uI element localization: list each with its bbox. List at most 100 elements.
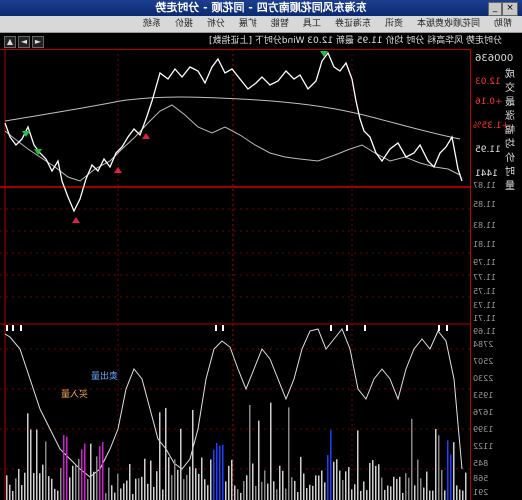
volume-bar xyxy=(333,461,335,500)
arrow-right-icon[interactable]: ► xyxy=(32,36,44,48)
volume-bar xyxy=(219,445,221,500)
volume-bar xyxy=(360,490,362,500)
volume-bar xyxy=(213,449,215,500)
price-tick: 11.83 xyxy=(473,221,496,230)
minimize-button[interactable]: _ xyxy=(488,2,502,16)
vol-tick: 2507 xyxy=(473,357,494,366)
volume-bar xyxy=(129,463,131,500)
sell-signals xyxy=(22,51,328,155)
price-tick: 11.71 xyxy=(473,314,496,323)
volume-bar xyxy=(105,493,107,500)
label-volume: 量 xyxy=(505,181,515,192)
menu-analysis[interactable]: 分析 xyxy=(207,16,225,32)
volume-bar xyxy=(147,483,149,500)
volume-bar xyxy=(330,430,332,500)
price-tick: 11.69 xyxy=(473,327,496,336)
volume-bar xyxy=(339,470,341,500)
title-bar: 东海东风同花顺南方四 - 同花顺 - 分时走势 _ × xyxy=(0,0,522,16)
volume-bar xyxy=(396,478,398,500)
volume-bar xyxy=(357,430,359,500)
stock-code: 000636 xyxy=(475,53,514,64)
price-tick: 11.79 xyxy=(473,258,496,267)
vol-value: 1441 xyxy=(475,169,498,179)
label-vol: 成 xyxy=(505,69,515,80)
volume-bar xyxy=(432,490,434,500)
volume-bar xyxy=(108,467,110,500)
volume-bar xyxy=(177,469,179,500)
menu-system[interactable]: 系统 xyxy=(143,16,161,32)
volume-bar xyxy=(96,456,98,500)
volume-bar xyxy=(12,491,14,500)
volume-bar xyxy=(171,475,173,500)
vol-tick: 291 xyxy=(473,488,489,497)
volume-bar xyxy=(378,464,380,500)
volume-bar xyxy=(327,454,329,500)
volume-bar xyxy=(426,471,428,500)
menu-paid[interactable]: 同花顺收费版本 xyxy=(417,16,480,32)
vol-tick: 1399 xyxy=(473,425,494,434)
volume-bar xyxy=(225,481,227,500)
menu-broker[interactable]: 东海证券 xyxy=(335,16,371,32)
volume-bar xyxy=(297,492,299,500)
volume-bar xyxy=(408,477,410,500)
volume-bar xyxy=(420,478,422,500)
volume-bar xyxy=(234,485,236,500)
volume-bar xyxy=(273,481,275,500)
change-value: +0.16 xyxy=(475,97,503,107)
volume-bar xyxy=(138,478,140,500)
volume-bar xyxy=(141,476,143,500)
volume-bar xyxy=(174,459,176,500)
volume-bar xyxy=(189,466,191,500)
volume-bar xyxy=(243,480,245,500)
indicator-markers xyxy=(6,325,448,331)
buy-arrow-icon xyxy=(142,133,150,139)
volume-bar xyxy=(81,449,83,500)
menu-smart[interactable]: 智能 xyxy=(271,16,289,32)
volume-bar xyxy=(270,402,272,500)
arrow-up-icon[interactable]: ▲ xyxy=(4,36,16,48)
menu-extend[interactable]: 扩展 xyxy=(239,16,257,32)
volume-bar xyxy=(36,429,38,500)
menu-quote[interactable]: 报价 xyxy=(175,16,193,32)
volume-bar xyxy=(366,490,368,500)
volume-bar xyxy=(9,484,11,500)
price-tick: 11.87 xyxy=(473,181,496,190)
price-tick: 11.73 xyxy=(473,301,496,310)
volume-bar xyxy=(99,446,101,500)
avg-value: 11.95 xyxy=(475,145,501,155)
volume-bar xyxy=(27,413,29,500)
volume-bar xyxy=(288,407,290,500)
volume-bar xyxy=(423,487,425,500)
close-button[interactable]: × xyxy=(502,2,518,16)
volume-bar xyxy=(132,493,134,500)
vol-tick: 2784 xyxy=(473,340,494,349)
volume-bar xyxy=(21,485,23,500)
volume-bar xyxy=(51,478,53,500)
menu-info[interactable]: 资讯 xyxy=(385,16,403,32)
volume-bar xyxy=(348,467,350,500)
volume-bar xyxy=(252,463,254,500)
volume-bar xyxy=(60,468,62,500)
volume-bar xyxy=(150,460,152,500)
volume-bar xyxy=(153,486,155,500)
volume-bar xyxy=(231,459,233,500)
menu-tools[interactable]: 工具 xyxy=(303,16,321,32)
volume-bar xyxy=(261,481,263,500)
menu-help[interactable]: 帮助 xyxy=(494,16,512,32)
volume-bar xyxy=(183,479,185,500)
vol-tick: 2230 xyxy=(473,374,494,383)
volume-bar xyxy=(444,490,446,500)
volume-bar xyxy=(267,483,269,500)
label-time: 时 xyxy=(505,167,515,178)
volume-bar xyxy=(258,420,260,500)
volume-bar xyxy=(375,465,377,500)
arrow-left-icon[interactable]: ◄ xyxy=(18,36,30,48)
volume-bar xyxy=(384,489,386,500)
volume-bar xyxy=(390,486,392,500)
volume-bar xyxy=(126,480,128,500)
label-deal: 交 xyxy=(505,83,515,94)
volume-bar xyxy=(294,480,296,500)
vol-tick: 845 xyxy=(473,459,489,468)
volume-bar xyxy=(84,443,86,500)
volume-bar xyxy=(75,464,77,500)
